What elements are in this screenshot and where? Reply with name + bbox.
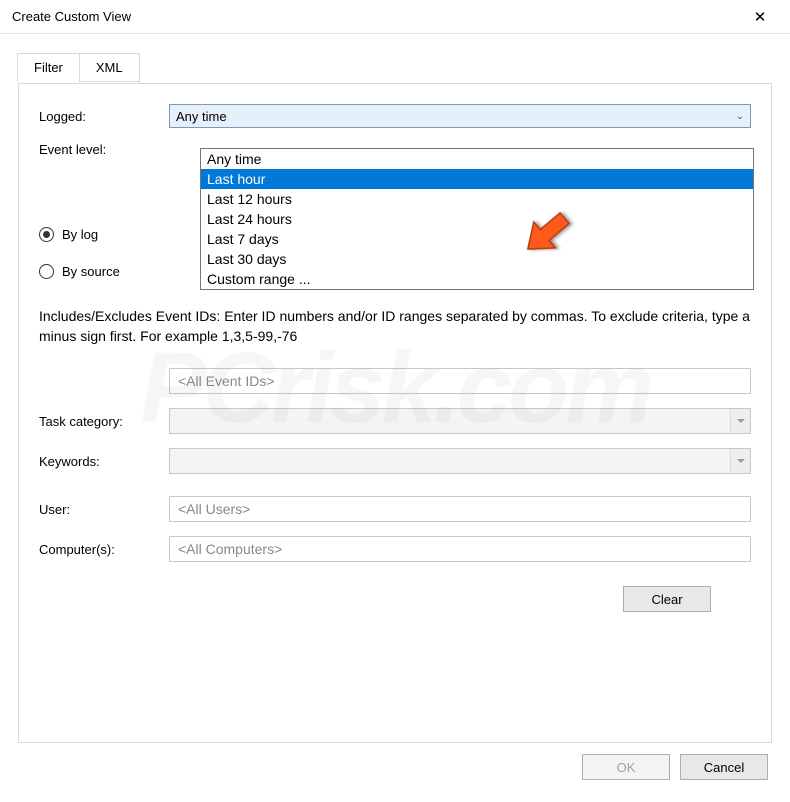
option-last-24-hours[interactable]: Last 24 hours — [201, 209, 753, 229]
label-task-category: Task category: — [39, 414, 169, 429]
label-logged: Logged: — [39, 109, 169, 124]
option-any-time[interactable]: Any time — [201, 149, 753, 169]
label-user: User: — [39, 502, 169, 517]
row-keywords: Keywords: — [39, 448, 751, 474]
label-keywords: Keywords: — [39, 454, 169, 469]
clear-button[interactable]: Clear — [623, 586, 711, 612]
tab-panel: Logged: Any time ⌄ Any time Last hour La… — [18, 83, 772, 743]
option-last-hour[interactable]: Last hour — [201, 169, 753, 189]
event-ids-input[interactable] — [169, 368, 751, 394]
row-user: User: — [39, 496, 751, 522]
window-title: Create Custom View — [12, 9, 740, 24]
chevron-down-icon — [730, 449, 750, 473]
chevron-down-icon — [730, 409, 750, 433]
computers-input[interactable] — [169, 536, 751, 562]
task-category-combobox — [169, 408, 751, 434]
dialog-button-bar: OK Cancel — [582, 754, 768, 780]
user-input[interactable] — [169, 496, 751, 522]
option-last-12-hours[interactable]: Last 12 hours — [201, 189, 753, 209]
logged-dropdown[interactable]: Any time Last hour Last 12 hours Last 24… — [200, 148, 754, 290]
tab-strip: Filter XML — [17, 53, 772, 82]
title-bar: Create Custom View ✕ — [0, 0, 790, 34]
dialog-content: PCrisk.com Filter XML Logged: Any time ⌄… — [0, 34, 790, 743]
label-event-level: Event level: — [39, 142, 169, 157]
chevron-down-icon: ⌄ — [736, 111, 744, 122]
ok-button: OK — [582, 754, 670, 780]
logged-combobox[interactable]: Any time ⌄ — [169, 104, 751, 128]
label-by-source: By source — [62, 264, 120, 279]
tab-filter[interactable]: Filter — [17, 53, 80, 82]
row-event-ids — [39, 368, 751, 394]
label-by-log: By log — [62, 227, 98, 242]
close-button[interactable]: ✕ — [740, 8, 780, 26]
row-logged: Logged: Any time ⌄ Any time Last hour La… — [39, 104, 751, 128]
option-last-7-days[interactable]: Last 7 days — [201, 229, 753, 249]
tab-xml[interactable]: XML — [79, 53, 140, 82]
radio-icon — [39, 264, 54, 279]
clear-row: Clear — [39, 586, 751, 612]
row-task-category: Task category: — [39, 408, 751, 434]
event-id-description: Includes/Excludes Event IDs: Enter ID nu… — [39, 307, 751, 346]
panel-body: Logged: Any time ⌄ Any time Last hour La… — [19, 84, 771, 612]
keywords-combobox[interactable] — [169, 448, 751, 474]
option-custom-range[interactable]: Custom range ... — [201, 269, 753, 289]
radio-icon — [39, 227, 54, 242]
label-computers: Computer(s): — [39, 542, 169, 557]
logged-value: Any time — [176, 109, 736, 124]
row-computers: Computer(s): — [39, 536, 751, 562]
option-last-30-days[interactable]: Last 30 days — [201, 249, 753, 269]
cancel-button[interactable]: Cancel — [680, 754, 768, 780]
